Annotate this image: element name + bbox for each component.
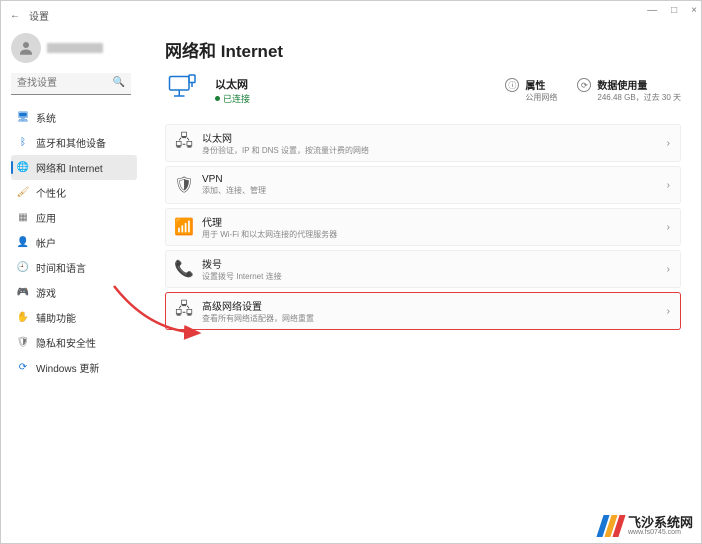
nav-label: 帐户 [36,235,56,250]
sidebar-item-6[interactable]: 🕘 时间和语言 [11,255,137,280]
back-button[interactable]: ← [7,10,23,21]
item-title: 代理 [202,214,337,229]
setting-item-0[interactable]: 🖧 以太网身份验证，IP 和 DNS 设置，按流量计费的网络 › [165,124,681,162]
card-icon: ⟳ [577,78,591,92]
sidebar-item-7[interactable]: 🎮 游戏 [11,280,137,305]
sidebar: 🔍 🖥 系统 ᛒ 蓝牙和其他设备 🌐 网络和 Internet 🖌 个性化 ▦ 应用 👤 帐户 🕘 时间和… [1,29,137,543]
setting-item-3[interactable]: 📞 拨号设置拨号 Internet 连接 › [165,250,681,288]
nav-label: Windows 更新 [36,360,99,375]
nav-list: 🖥 系统 ᛒ 蓝牙和其他设备 🌐 网络和 Internet 🖌 个性化 ▦ 应用 👤 帐户 🕘 时间和语言… [11,105,137,380]
card-title: 数据使用量 [597,77,681,92]
nav-icon: ▦ [17,212,29,224]
sidebar-item-9[interactable]: 🛡 隐私和安全性 [11,330,137,355]
watermark-logo-icon [600,515,622,537]
nav-label: 游戏 [36,285,56,300]
sidebar-item-2[interactable]: 🌐 网络和 Internet [11,155,137,180]
chevron-right-icon: › [667,264,670,275]
item-sub: 添加、连接、管理 [202,185,266,196]
sidebar-item-5[interactable]: 👤 帐户 [11,230,137,255]
close-button[interactable]: × [691,5,697,16]
item-title: VPN [202,174,266,185]
setting-item-4[interactable]: 🖧 高级网络设置查看所有网络适配器，网络重置 › [165,292,681,330]
item-title: 高级网络设置 [202,298,314,313]
chevron-right-icon: › [667,222,670,233]
info-card-1[interactable]: ⟳ 数据使用量246.48 GB，过去 30 天 [577,77,681,103]
user-name [47,43,103,53]
nav-label: 隐私和安全性 [36,335,96,350]
nav-icon: 👤 [17,237,29,249]
nav-icon: ᛒ [17,137,29,149]
sidebar-item-0[interactable]: 🖥 系统 [11,105,137,130]
item-icon: 🖧 [176,135,192,151]
nav-icon: 🌐 [17,162,29,174]
card-sub: 公用网络 [525,92,557,103]
watermark: 飞沙系统网 www.fs0745.com [600,515,693,537]
page-title: 网络和 Internet [165,37,681,62]
window-title: 设置 [29,8,49,23]
status-row: 以太网 已连接 ⓘ 属性公用网络 ⟳ 数据使用量246.48 GB，过去 30 天 [165,72,681,108]
nav-icon: 🖌 [17,187,29,199]
nav-label: 应用 [36,210,56,225]
watermark-title: 飞沙系统网 [628,516,693,529]
watermark-url: www.fs0745.com [628,529,693,536]
sidebar-item-8[interactable]: ✋ 辅助功能 [11,305,137,330]
nav-label: 网络和 Internet [36,160,103,175]
setting-item-2[interactable]: 📶 代理用于 Wi-Fi 和以太网连接的代理服务器 › [165,208,681,246]
nav-icon: ⟳ [17,362,29,374]
maximize-button[interactable]: □ [671,5,677,16]
sidebar-item-4[interactable]: ▦ 应用 [11,205,137,230]
setting-item-1[interactable]: 🛡 VPN添加、连接、管理 › [165,166,681,204]
sidebar-item-3[interactable]: 🖌 个性化 [11,180,137,205]
avatar [11,33,41,63]
search-box[interactable]: 🔍 [11,73,131,95]
chevron-right-icon: › [667,138,670,149]
card-icon: ⓘ [505,78,519,92]
nav-icon: 🖥 [17,112,29,124]
item-sub: 查看所有网络适配器，网络重置 [202,313,314,324]
status-dot-icon [215,96,220,101]
nav-icon: 🕘 [17,262,29,274]
nav-icon: 🎮 [17,287,29,299]
item-sub: 用于 Wi-Fi 和以太网连接的代理服务器 [202,229,337,240]
card-sub: 246.48 GB，过去 30 天 [597,92,681,103]
nav-label: 系统 [36,110,56,125]
status-title: 以太网 [215,76,250,92]
item-icon: 📶 [176,219,192,235]
info-card-0[interactable]: ⓘ 属性公用网络 [505,77,557,103]
nav-label: 辅助功能 [36,310,76,325]
card-title: 属性 [525,77,557,92]
nav-label: 时间和语言 [36,260,86,275]
item-title: 拨号 [202,256,282,271]
ethernet-icon [165,72,201,108]
status-sub: 已连接 [223,92,250,105]
search-icon: 🔍 [113,77,125,88]
sidebar-item-10[interactable]: ⟳ Windows 更新 [11,355,137,380]
main-content: 网络和 Internet 以太网 已连接 ⓘ 属性公用网络 ⟳ 数据使用量246.48… [137,29,701,543]
user-block[interactable] [11,33,137,63]
item-icon: 📞 [176,261,192,277]
item-title: 以太网 [202,130,369,145]
item-sub: 身份验证，IP 和 DNS 设置，按流量计费的网络 [202,145,369,156]
item-icon: 🛡 [176,177,192,193]
chevron-right-icon: › [667,180,670,191]
nav-icon: 🛡 [17,337,29,349]
nav-label: 蓝牙和其他设备 [36,135,106,150]
chevron-right-icon: › [667,306,670,317]
sidebar-item-1[interactable]: ᛒ 蓝牙和其他设备 [11,130,137,155]
nav-icon: ✋ [17,312,29,324]
nav-label: 个性化 [36,185,66,200]
item-sub: 设置拨号 Internet 连接 [202,271,282,282]
minimize-button[interactable]: — [647,5,657,16]
item-icon: 🖧 [176,303,192,319]
